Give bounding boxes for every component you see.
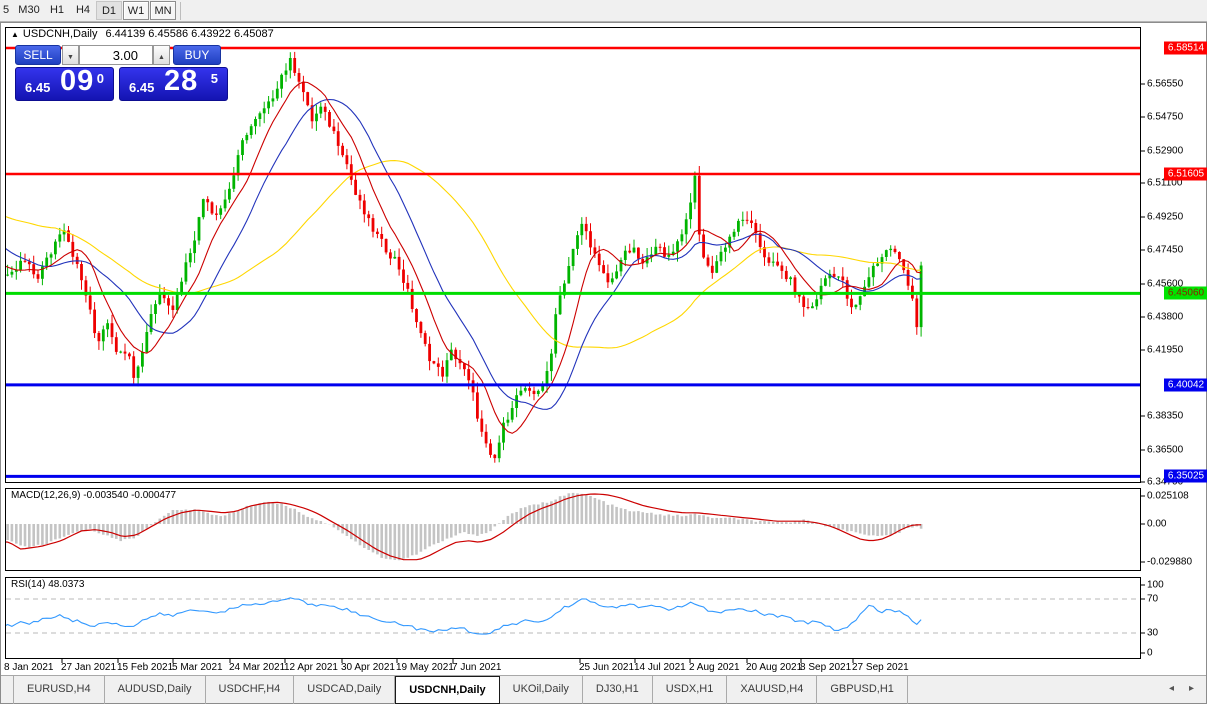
date-label: 12 Apr 2021 bbox=[284, 662, 338, 673]
price-tick-label: 6.49250 bbox=[1147, 212, 1183, 223]
rsi-tick-label: 0 bbox=[1147, 648, 1153, 659]
price-tick-label: 6.43800 bbox=[1147, 312, 1183, 323]
buy-price-handle: 6.45 bbox=[129, 80, 154, 95]
price-tick-label: 6.52900 bbox=[1147, 146, 1183, 157]
sell-price-handle: 6.45 bbox=[25, 80, 50, 95]
macd-tick-label: 0.025108 bbox=[1147, 491, 1189, 502]
rsi-panel[interactable] bbox=[5, 577, 1141, 659]
date-label: 8 Jan 2021 bbox=[4, 662, 54, 673]
chart-tab[interactable]: USDCNH,Daily bbox=[395, 676, 499, 704]
price-tick-label: 6.54750 bbox=[1147, 112, 1183, 123]
price-tick-label: 6.38350 bbox=[1147, 411, 1183, 422]
price-tick-label: 6.47450 bbox=[1147, 245, 1183, 256]
rsi-tick-label: 30 bbox=[1147, 628, 1158, 639]
spinner-down-icon: ▼ bbox=[67, 54, 74, 61]
timeframe-button[interactable]: H1 bbox=[44, 1, 70, 20]
chart-tab[interactable]: USDCAD,Daily bbox=[294, 676, 395, 704]
macd-tick-label: 0.00 bbox=[1147, 519, 1166, 530]
volume-input[interactable] bbox=[79, 45, 153, 65]
toolbar-separator bbox=[180, 2, 181, 20]
price-level-badge: 6.45060 bbox=[1164, 287, 1207, 300]
timeframe-button[interactable]: MN bbox=[150, 1, 176, 20]
timeframe-button[interactable]: 5 bbox=[0, 1, 12, 20]
date-label: 2 Aug 2021 bbox=[689, 662, 740, 673]
date-label: 24 Mar 2021 bbox=[229, 662, 285, 673]
chart-tab[interactable]: USDCHF,H4 bbox=[206, 676, 295, 704]
timeframe-button[interactable]: H4 bbox=[70, 1, 96, 20]
price-tick-label: 6.51100 bbox=[1147, 178, 1182, 189]
chart-tab[interactable]: GBPUSD,H1 bbox=[817, 676, 908, 704]
date-label: 8 Sep 2021 bbox=[800, 662, 851, 673]
timeframe-button[interactable]: W1 bbox=[123, 1, 149, 20]
chart-tab[interactable]: EURUSD,H4 bbox=[13, 676, 105, 704]
price-level-badge: 6.51605 bbox=[1164, 168, 1207, 181]
price-tick-label: 6.41950 bbox=[1147, 345, 1183, 356]
date-label: 7 Jun 2021 bbox=[452, 662, 502, 673]
timeframe-button[interactable]: D1 bbox=[96, 1, 122, 20]
mt-terminal-window: 5M30H1H4D1W1MN ▲USDCNH,Daily6.44139 6.45… bbox=[0, 0, 1207, 704]
rsi-tick-label: 100 bbox=[1147, 580, 1164, 591]
chart-tab-bar: EURUSD,H4AUDUSD,DailyUSDCHF,H4USDCAD,Dai… bbox=[1, 675, 1206, 703]
date-label: 20 Aug 2021 bbox=[746, 662, 802, 673]
chart-workspace: ▲ USDCNH,Daily 6.44139 6.45586 6.43922 6.4… bbox=[0, 22, 1207, 704]
chart-tab[interactable]: USDX,H1 bbox=[653, 676, 728, 704]
chart-tabs: EURUSD,H4AUDUSD,DailyUSDCHF,H4USDCAD,Dai… bbox=[13, 676, 908, 704]
price-level-badge: 6.40042 bbox=[1164, 379, 1207, 392]
date-label: 25 Jun 2021 bbox=[579, 662, 634, 673]
buy-price-point: 5 bbox=[211, 71, 218, 86]
volume-decrease-button[interactable]: ▼ bbox=[62, 45, 79, 65]
buy-button[interactable]: BUY bbox=[173, 45, 221, 65]
buy-price-box[interactable]: 6.45 28 5 bbox=[119, 67, 228, 101]
spinner-up-icon: ▲ bbox=[158, 54, 165, 61]
sell-price-pips: 09 bbox=[60, 65, 94, 98]
chart-tab[interactable]: UKOil,Daily bbox=[500, 676, 583, 704]
volume-increase-button[interactable]: ▲ bbox=[153, 45, 170, 65]
chart-symbol-label: USDCNH,Daily bbox=[23, 28, 98, 40]
chart-tab[interactable]: XAUUSD,H4 bbox=[727, 676, 817, 704]
chart-ohlc-quotes: 6.44139 6.45586 6.43922 6.45087 bbox=[105, 28, 273, 40]
buy-price-pips: 28 bbox=[164, 65, 198, 98]
sell-button[interactable]: SELL bbox=[15, 45, 61, 65]
sell-price-point: 0 bbox=[97, 71, 104, 86]
rsi-indicator-label: RSI(14) 48.0373 bbox=[11, 579, 84, 590]
date-label: 19 May 2021 bbox=[396, 662, 454, 673]
tab-scroll-right-icon[interactable]: ▸ bbox=[1189, 683, 1194, 694]
collapse-arrow-icon[interactable]: ▲ bbox=[11, 30, 19, 39]
macd-indicator-label: MACD(12,26,9) -0.003540 -0.000477 bbox=[11, 490, 176, 501]
timeframe-toolbar: 5M30H1H4D1W1MN bbox=[0, 0, 1207, 22]
chart-title: ▲ USDCNH,Daily 6.44139 6.45586 6.43922 6.4… bbox=[11, 28, 274, 40]
date-label: 5 Mar 2021 bbox=[172, 662, 223, 673]
date-label: 27 Jan 2021 bbox=[61, 662, 116, 673]
macd-tick-label: -0.029880 bbox=[1147, 557, 1192, 568]
sell-price-box[interactable]: 6.45 09 0 bbox=[15, 67, 114, 101]
price-level-badge: 6.58514 bbox=[1164, 42, 1207, 55]
chart-tab[interactable]: AUDUSD,Daily bbox=[105, 676, 206, 704]
timeframe-button[interactable]: M30 bbox=[14, 1, 44, 20]
chart-tab[interactable]: DJ30,H1 bbox=[583, 676, 653, 704]
date-label: 15 Feb 2021 bbox=[117, 662, 173, 673]
price-tick-label: 6.45600 bbox=[1147, 279, 1183, 290]
price-tick-label: 6.34700 bbox=[1147, 477, 1183, 488]
tab-scroll-left-icon[interactable]: ◂ bbox=[1169, 683, 1174, 694]
date-label: 14 Jul 2021 bbox=[634, 662, 686, 673]
price-tick-label: 6.36500 bbox=[1147, 445, 1183, 456]
rsi-tick-label: 70 bbox=[1147, 594, 1158, 605]
date-label: 27 Sep 2021 bbox=[852, 662, 909, 673]
price-level-badge: 6.35025 bbox=[1164, 470, 1207, 483]
date-label: 30 Apr 2021 bbox=[341, 662, 395, 673]
price-tick-label: 6.56550 bbox=[1147, 79, 1183, 90]
